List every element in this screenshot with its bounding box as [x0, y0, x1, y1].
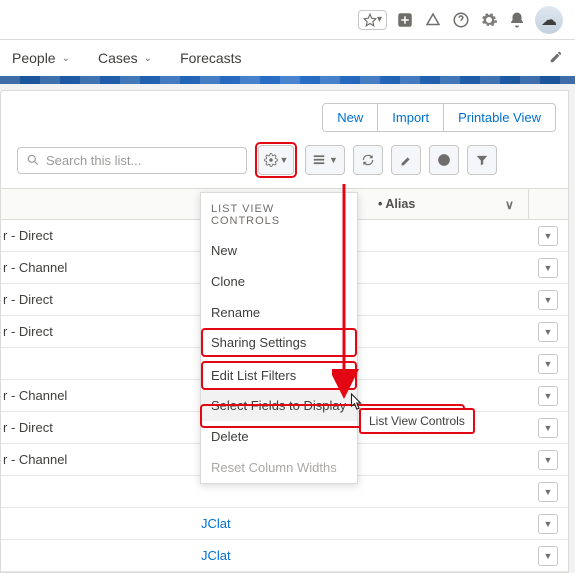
row-actions-button[interactable]: ▼	[538, 226, 558, 246]
notifications-bell-icon[interactable]	[507, 10, 527, 30]
action-button-group: New Import Printable View	[322, 103, 556, 132]
row-actions-button[interactable]: ▼	[538, 546, 558, 566]
menu-edit-list-filters[interactable]: Edit List Filters	[201, 361, 357, 390]
menu-select-fields[interactable]: Select Fields to Display	[201, 390, 357, 421]
inline-edit-button[interactable]	[391, 145, 421, 175]
favorites-dropdown[interactable]: ▾	[358, 10, 387, 30]
avatar-glyph: ☁	[541, 10, 557, 30]
row-actions-button[interactable]: ▼	[538, 482, 558, 502]
row-actions-button[interactable]: ▼	[538, 450, 558, 470]
cell-title: r - Direct	[1, 420, 201, 435]
edit-nav-icon[interactable]	[549, 50, 563, 67]
menu-rename[interactable]: Rename	[201, 297, 357, 328]
row-actions-button[interactable]: ▼	[538, 290, 558, 310]
printable-view-button[interactable]: Printable View	[444, 104, 555, 131]
column-alias[interactable]: • Alias ∨	[378, 197, 528, 212]
nav-label: Cases	[98, 50, 138, 66]
list-view-controls-menu: LIST VIEW CONTROLS New Clone Rename Shar…	[200, 192, 358, 484]
table-row: JClat ▼	[1, 508, 568, 540]
refresh-button[interactable]	[353, 145, 383, 175]
cell-alias[interactable]: JClat	[201, 516, 528, 531]
cell-title: r - Direct	[1, 228, 201, 243]
actions-column	[528, 189, 568, 219]
menu-reset-widths: Reset Column Widths	[201, 452, 357, 483]
row-actions-button[interactable]: ▼	[538, 386, 558, 406]
row-actions-button[interactable]: ▼	[538, 258, 558, 278]
search-placeholder: Search this list...	[46, 153, 141, 168]
chevron-down-icon: ⌄	[62, 53, 70, 64]
list-view-controls-highlight: ▼	[255, 142, 297, 178]
tooltip-list-view-controls: List View Controls	[359, 408, 475, 434]
caret-down-icon: ▾	[377, 14, 382, 25]
menu-clone[interactable]: Clone	[201, 266, 357, 297]
cell-title: r - Direct	[1, 292, 201, 307]
list-view-controls-button[interactable]: ▼	[258, 145, 294, 175]
cell-title: r - Channel	[1, 452, 201, 467]
menu-sharing-settings[interactable]: Sharing Settings	[201, 328, 357, 357]
column-label: Alias	[385, 197, 415, 211]
nav-label: People	[12, 50, 56, 66]
new-button[interactable]: New	[323, 104, 378, 131]
search-input[interactable]: Search this list...	[17, 147, 247, 174]
nav-cases[interactable]: Cases ⌄	[98, 50, 152, 66]
import-button[interactable]: Import	[378, 104, 444, 131]
nav-label: Forecasts	[180, 50, 241, 66]
list-toolbar: Search this list... ▼ ▼	[1, 142, 568, 188]
display-as-button[interactable]: ▼	[305, 145, 345, 175]
setup-gear-icon[interactable]	[479, 10, 499, 30]
menu-title: LIST VIEW CONTROLS	[201, 193, 357, 235]
cell-title: r - Direct	[1, 324, 201, 339]
object-nav: People ⌄ Cases ⌄ Forecasts	[0, 40, 575, 76]
menu-new[interactable]: New	[201, 235, 357, 266]
nav-forecasts[interactable]: Forecasts	[180, 50, 241, 66]
cell-title: r - Channel	[1, 388, 201, 403]
action-buttons-row: New Import Printable View	[1, 103, 568, 142]
menu-delete[interactable]: Delete	[201, 421, 357, 452]
table-row: JClat▼	[1, 540, 568, 572]
global-header: ▾ ☁	[0, 0, 575, 40]
chart-button[interactable]	[429, 145, 459, 175]
chevron-down-icon: ∨	[505, 197, 514, 212]
row-actions-button[interactable]: ▼	[538, 418, 558, 438]
chevron-down-icon: ⌄	[144, 53, 152, 64]
help-icon[interactable]	[451, 10, 471, 30]
row-actions-button[interactable]: ▼	[538, 514, 558, 534]
salesforce-app-icon[interactable]	[423, 10, 443, 30]
filter-button[interactable]	[467, 145, 497, 175]
add-icon[interactable]	[395, 10, 415, 30]
row-actions-button[interactable]: ▼	[538, 354, 558, 374]
brand-ribbon	[0, 76, 575, 84]
user-avatar[interactable]: ☁	[535, 6, 563, 34]
search-icon	[26, 153, 40, 167]
nav-people[interactable]: People ⌄	[12, 50, 70, 66]
cell-title: r - Channel	[1, 260, 201, 275]
row-actions-button[interactable]: ▼	[538, 322, 558, 342]
